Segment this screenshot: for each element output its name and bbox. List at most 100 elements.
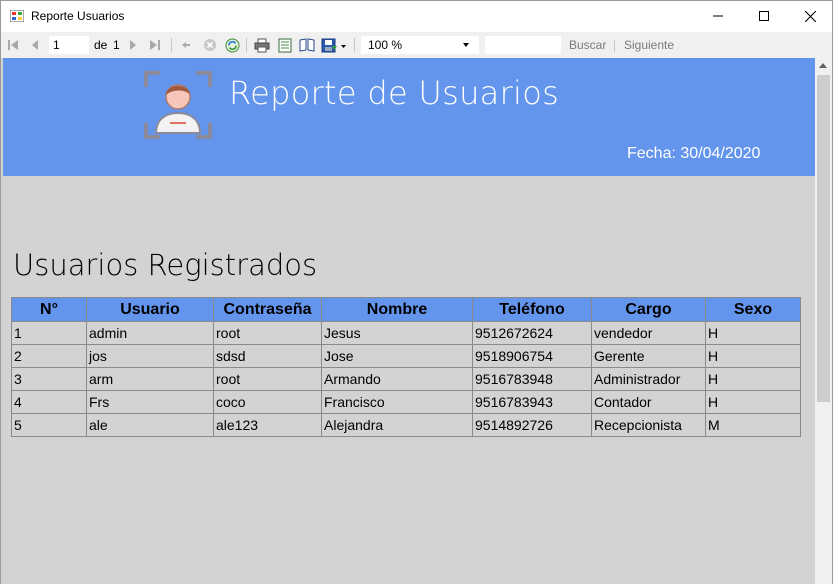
table-cell: arm bbox=[86, 367, 214, 391]
column-header: Nombre bbox=[321, 297, 473, 322]
refresh-icon bbox=[225, 38, 239, 52]
table-cell: ale bbox=[86, 413, 214, 437]
toolbar-separator bbox=[614, 40, 615, 52]
table-cell: 9518906754 bbox=[472, 344, 592, 368]
current-page-input[interactable] bbox=[49, 36, 89, 54]
table-cell: 9516783943 bbox=[472, 390, 592, 414]
table-cell: H bbox=[705, 390, 801, 414]
table-cell: 9512672624 bbox=[472, 321, 592, 345]
zoom-value: 100 % bbox=[368, 38, 403, 52]
page-setup-icon bbox=[299, 38, 315, 52]
table-cell: root bbox=[213, 321, 322, 345]
table-cell: H bbox=[705, 367, 801, 391]
zoom-select[interactable]: 100 % bbox=[361, 36, 479, 54]
report-toolbar: de 1 100 % bbox=[1, 32, 832, 58]
table-row: 5 ale ale123 Alejandra 9514892726 Recepc… bbox=[11, 413, 801, 437]
report-header-banner: Reporte de Usuarios Fecha: 30/04/2020 bbox=[3, 58, 815, 176]
previous-page-icon bbox=[32, 40, 38, 50]
next-page-button[interactable] bbox=[126, 37, 140, 53]
section-title: Usuarios Registrados bbox=[13, 248, 318, 282]
page-setup-button[interactable] bbox=[298, 37, 316, 53]
toolbar-separator bbox=[354, 38, 355, 52]
column-header: Usuario bbox=[86, 297, 214, 322]
scroll-up-icon[interactable] bbox=[819, 63, 827, 68]
table-cell: Alejandra bbox=[321, 413, 473, 437]
back-icon bbox=[182, 42, 190, 48]
column-header: Teléfono bbox=[472, 297, 592, 322]
last-page-icon bbox=[150, 40, 160, 50]
report-window: Reporte Usuarios de 1 bbox=[0, 0, 833, 584]
scrollbar-thumb[interactable] bbox=[817, 75, 830, 402]
table-cell: 3 bbox=[11, 367, 87, 391]
table-cell: Administrador bbox=[591, 367, 706, 391]
maximize-button[interactable] bbox=[741, 1, 787, 31]
of-label: de bbox=[94, 38, 108, 52]
column-header: Sexo bbox=[705, 297, 801, 322]
table-cell: ale123 bbox=[213, 413, 322, 437]
next-page-icon bbox=[130, 40, 136, 50]
table-cell: Jesus bbox=[321, 321, 473, 345]
chevron-down-icon bbox=[463, 43, 469, 47]
table-row: 2 jos sdsd Jose 9518906754 Gerente H bbox=[11, 344, 801, 368]
export-button[interactable] bbox=[320, 37, 348, 53]
column-header: Cargo bbox=[591, 297, 706, 322]
table-cell: root bbox=[213, 367, 322, 391]
total-pages: 1 bbox=[113, 38, 120, 52]
vertical-scrollbar[interactable] bbox=[815, 58, 832, 584]
print-layout-button[interactable] bbox=[276, 37, 294, 53]
table-row: 1 admin root Jesus 9512672624 vendedor H bbox=[11, 321, 801, 345]
stop-icon bbox=[204, 39, 216, 51]
print-button[interactable] bbox=[253, 37, 271, 53]
previous-page-button[interactable] bbox=[28, 37, 42, 53]
report-date: Fecha: 30/04/2020 bbox=[627, 145, 761, 162]
table-cell: 9516783948 bbox=[472, 367, 592, 391]
maximize-icon bbox=[759, 11, 769, 21]
table-cell: Frs bbox=[86, 390, 214, 414]
print-layout-icon bbox=[278, 38, 292, 52]
table-row: 3 arm root Armando 9516783948 Administra… bbox=[11, 367, 801, 391]
table-cell: 1 bbox=[11, 321, 87, 345]
search-input[interactable] bbox=[485, 36, 561, 54]
report-title: Reporte de Usuarios bbox=[229, 74, 560, 112]
minimize-button[interactable] bbox=[695, 1, 741, 31]
table-cell: Contador bbox=[591, 390, 706, 414]
table-cell: jos bbox=[86, 344, 214, 368]
stop-button[interactable] bbox=[202, 37, 218, 53]
first-page-icon bbox=[8, 40, 18, 50]
table-cell: 4 bbox=[11, 390, 87, 414]
title-bar: Reporte Usuarios bbox=[1, 1, 832, 32]
table-cell: coco bbox=[213, 390, 322, 414]
first-page-button[interactable] bbox=[6, 37, 20, 53]
refresh-button[interactable] bbox=[224, 37, 240, 53]
app-icon bbox=[10, 10, 24, 22]
table-cell: Recepcionista bbox=[591, 413, 706, 437]
users-table: N° Usuario Contraseña Nombre Teléfono Ca… bbox=[11, 297, 801, 437]
back-button[interactable] bbox=[179, 37, 193, 53]
table-cell: Francisco bbox=[321, 390, 473, 414]
table-cell: vendedor bbox=[591, 321, 706, 345]
table-cell: 9514892726 bbox=[472, 413, 592, 437]
table-cell: Jose bbox=[321, 344, 473, 368]
table-cell: admin bbox=[86, 321, 214, 345]
toolbar-separator bbox=[246, 38, 247, 52]
close-icon bbox=[804, 10, 816, 22]
minimize-icon bbox=[713, 15, 723, 17]
report-viewport: Reporte de Usuarios Fecha: 30/04/2020 Us… bbox=[1, 58, 815, 584]
table-cell: H bbox=[705, 321, 801, 345]
close-button[interactable] bbox=[787, 1, 833, 31]
column-header: N° bbox=[11, 297, 87, 322]
table-row: 4 Frs coco Francisco 9516783943 Contador… bbox=[11, 390, 801, 414]
user-scan-icon bbox=[144, 71, 212, 139]
column-header: Contraseña bbox=[213, 297, 322, 322]
table-cell: M bbox=[705, 413, 801, 437]
table-cell: Gerente bbox=[591, 344, 706, 368]
last-page-button[interactable] bbox=[148, 37, 162, 53]
table-cell: 2 bbox=[11, 344, 87, 368]
table-cell: Armando bbox=[321, 367, 473, 391]
search-link[interactable]: Buscar bbox=[569, 38, 606, 52]
next-match-link[interactable]: Siguiente bbox=[624, 38, 674, 52]
export-icon bbox=[321, 38, 346, 52]
print-icon bbox=[254, 38, 270, 52]
table-cell: sdsd bbox=[213, 344, 322, 368]
toolbar-separator bbox=[171, 38, 172, 52]
